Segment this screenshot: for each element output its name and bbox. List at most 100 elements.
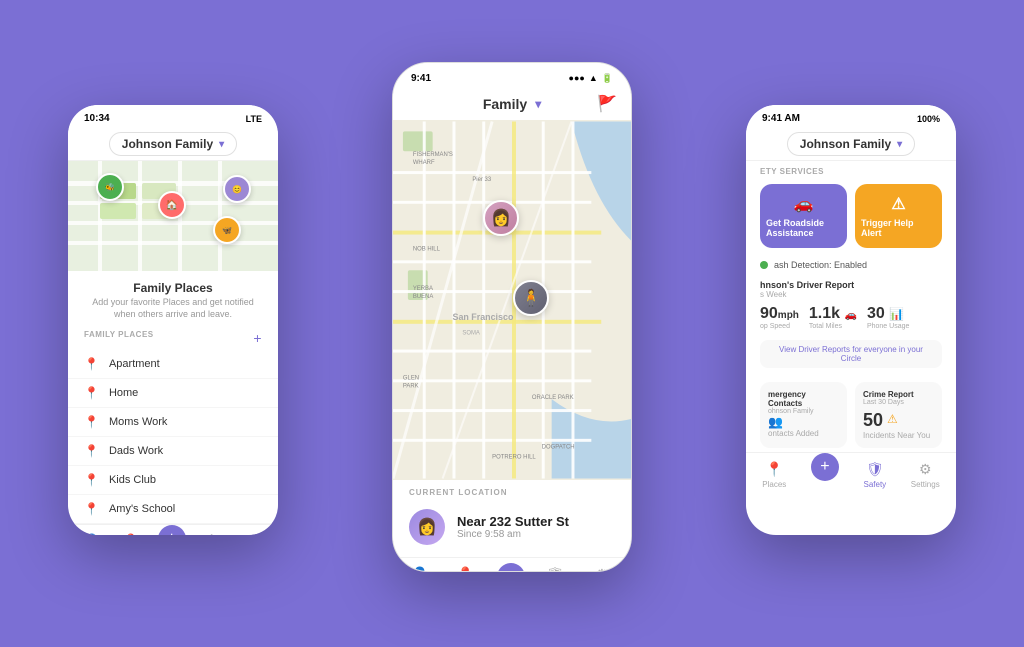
family-places-subtitle: Add your favorite Places and get notifie… [84, 297, 262, 320]
list-item[interactable]: 📍 Moms Work [68, 408, 278, 437]
card2-detail: Incidents Near You [863, 431, 934, 440]
svg-text:PARK: PARK [403, 383, 419, 389]
nav-add[interactable]: + [158, 533, 186, 535]
place-pin-icon: 📍 [84, 473, 99, 487]
card1-title: mergency Contacts [768, 390, 839, 408]
add-place-button[interactable]: + [253, 330, 262, 346]
list-item[interactable]: 📍 Amy's School [68, 495, 278, 524]
place-pin-icon: 📍 [84, 386, 99, 400]
center-family-dropdown[interactable]: Family ▾ [483, 96, 541, 112]
nav-safety[interactable]: 🛡 Safety [542, 566, 568, 572]
add-button[interactable]: + [497, 563, 525, 573]
places-icon: 📍 [122, 533, 139, 535]
left-signal: LTE [246, 114, 262, 124]
nav-settings[interactable]: ⚙ Settings [238, 533, 267, 535]
list-item[interactable]: 📍 Apartment [68, 350, 278, 379]
people-icon: 👤 [83, 533, 100, 535]
place-name: Apartment [109, 358, 160, 370]
center-map[interactable]: FISHERMAN'S WHARF Pier 33 San Francisco … [393, 120, 631, 480]
left-family-dropdown[interactable]: Johnson Family ▾ [109, 132, 237, 156]
driver-report-sub: s Week [760, 290, 942, 299]
enabled-dot [760, 261, 768, 269]
wifi-icon: ▲ [589, 73, 598, 84]
right-time: 9:41 AM [762, 113, 800, 124]
left-family-label: Johnson Family [122, 137, 213, 151]
svg-text:GLEN: GLEN [403, 375, 419, 381]
alert-icon: ⚠ [891, 194, 905, 214]
list-item[interactable]: 📍 Kids Club [68, 466, 278, 495]
sf-map-svg: FISHERMAN'S WHARF Pier 33 San Francisco … [393, 120, 631, 480]
crime-report-card[interactable]: Crime Report Last 30 Days 50 ⚠ Incidents… [855, 382, 942, 448]
right-chevron-icon: ▾ [897, 139, 902, 150]
nav-places[interactable]: 📍 Places [452, 566, 479, 572]
svg-text:DOGPATCH: DOGPATCH [542, 445, 575, 451]
card1-sub: ohnson Family [768, 408, 839, 415]
place-pin-icon: 📍 [84, 415, 99, 429]
section-label: FAMILY PLACES + [68, 324, 278, 350]
nav-people[interactable]: 👤 People [406, 566, 434, 572]
roadside-label: Get Roadside Assistance [766, 218, 841, 238]
right-family-label: Johnson Family [800, 137, 891, 151]
places-icon: 📍 [766, 461, 783, 478]
place-name: Kids Club [109, 474, 156, 486]
svg-text:ORACLE PARK: ORACLE PARK [532, 395, 574, 401]
list-item[interactable]: 📍 Home [68, 379, 278, 408]
nav-add[interactable]: + [497, 571, 525, 573]
flag-icon[interactable]: 🚩 [597, 94, 617, 114]
nav-places[interactable]: 📍 Places [119, 533, 143, 535]
place-pin-icon: 📍 [84, 444, 99, 458]
section-label-text: FAMILY PLACES [84, 330, 154, 346]
stat-speed-value: 90mph [760, 305, 799, 323]
nav-safety[interactable]: 🛡 Safety [864, 461, 887, 489]
nav-settings[interactable]: ⚙ Settings [586, 566, 619, 572]
people-icon: 👤 [411, 566, 428, 572]
places-list: 📍 Apartment 📍 Home 📍 Moms Work 📍 Dads Wo… [68, 350, 278, 524]
left-chevron-icon: ▾ [219, 139, 224, 150]
emergency-contacts-card[interactable]: mergency Contacts ohnson Family 👥 ontact… [760, 382, 847, 448]
nav-add[interactable]: + [811, 461, 839, 489]
nav-safety[interactable]: 🛡 Safety [200, 533, 223, 535]
card2-title: Crime Report [863, 390, 934, 399]
right-family-dropdown[interactable]: Johnson Family ▾ [787, 132, 915, 156]
card2-sub: Last 30 Days [863, 399, 934, 406]
nav-places[interactable]: 📍 Places [762, 461, 786, 489]
place-pin-icon: 📍 [84, 502, 99, 516]
help-alert-button[interactable]: ⚠ Trigger Help Alert [855, 184, 942, 248]
avatar-1: 👩 [483, 200, 519, 236]
left-map-area: 🐝 🏠 🦋 😊 [68, 161, 278, 271]
left-phone: 10:34 LTE Johnson Family ▾ [68, 105, 278, 535]
safety-icon: 🛡 [866, 461, 884, 478]
roadside-assistance-button[interactable]: 🚗 Get Roadside Assistance [760, 184, 847, 248]
stat-miles-label: Total Miles [809, 323, 857, 330]
svg-text:YERBA: YERBA [413, 286, 433, 292]
location-avatar: 👩 [409, 509, 445, 545]
left-pin-1: 🐝 [96, 173, 124, 201]
alert-label: Trigger Help Alert [861, 218, 936, 238]
list-item[interactable]: 📍 Dads Work [68, 437, 278, 466]
location-text: Near 232 Sutter St Since 9:58 am [457, 514, 569, 540]
svg-text:Pier 33: Pier 33 [472, 177, 492, 183]
current-location-card: 👩 Near 232 Sutter St Since 9:58 am [393, 497, 631, 557]
nav-people[interactable]: 👤 People [79, 533, 104, 535]
add-button[interactable]: + [158, 525, 186, 535]
svg-text:POTRERO HILL: POTRERO HILL [492, 455, 536, 461]
center-status-bar: 9:41 ●●● ▲ 🔋 [393, 63, 631, 88]
left-status-bar: 10:34 LTE [68, 105, 278, 128]
roadside-icon: 🚗 [794, 194, 814, 214]
places-icon: 📍 [456, 566, 473, 572]
view-reports-button[interactable]: View Driver Reports for everyone in your… [760, 340, 942, 368]
stat-speed-label: op Speed [760, 323, 799, 330]
add-button[interactable]: + [811, 453, 839, 481]
avatar-2: 🧍 [513, 280, 549, 316]
svg-text:San Francisco: San Francisco [453, 312, 514, 322]
center-top-bar: Family ▾ 🚩 [393, 88, 631, 120]
nav-settings[interactable]: ⚙ Settings [911, 461, 940, 489]
right-dropdown-bar: Johnson Family ▾ [746, 128, 956, 161]
settings-icon: ⚙ [919, 461, 932, 478]
svg-text:FISHERMAN'S: FISHERMAN'S [413, 152, 453, 158]
card1-badge-row: 👥 [768, 415, 839, 429]
settings-icon: ⚙ [246, 533, 259, 535]
center-time: 9:41 [411, 73, 431, 84]
center-phone: 9:41 ●●● ▲ 🔋 Family ▾ 🚩 [392, 62, 632, 572]
battery-icon: 🔋 [602, 73, 613, 84]
